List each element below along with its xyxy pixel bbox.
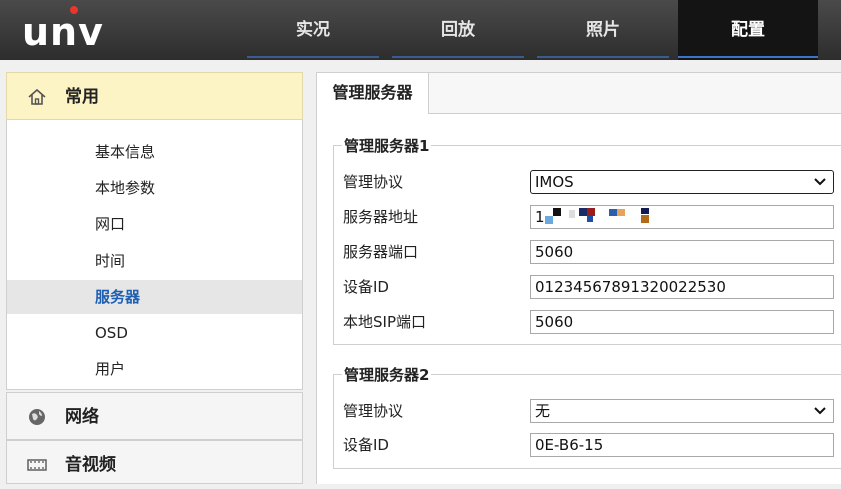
sidebar-item-basic-info[interactable]: 基本信息 [7,135,302,169]
tab-photos-label: 照片 [586,20,620,40]
home-icon [27,87,47,107]
server1-address-row: 服务器地址 1 [334,205,841,229]
server1-protocol-row: 管理协议 IMOS [334,170,841,194]
server1-port-row: 服务器端口 5060 [334,240,841,264]
sidebar-common-list: 基本信息 本地参数 网口 时间 服务器 OSD 用户 [6,120,303,390]
tab-live-label: 实况 [296,20,330,40]
server1-group: 管理服务器1 管理协议 IMOS 服务器地址 1 服务器端口 5060 设备ID… [333,136,841,345]
tab-playback-label: 回放 [441,20,475,40]
tab-management-server[interactable]: 管理服务器 [317,73,429,114]
sub-tab-strip: 管理服务器 [317,73,841,114]
server1-local-sip-label: 本地SIP端口 [343,313,426,331]
server1-protocol-select[interactable]: IMOS [530,170,834,194]
sidebar-item-network-port[interactable]: 网口 [7,207,302,241]
server2-title: 管理服务器2 [342,365,432,385]
server1-address-label: 服务器地址 [343,208,419,226]
sidebar-section-common-label: 常用 [65,87,99,107]
sidebar: 常用 基本信息 本地参数 网口 时间 服务器 OSD 用户 网络 音视频 [6,72,303,484]
sidebar-item-server[interactable]: 服务器 [7,280,302,314]
top-bar: UNV 实况 回放 照片 配置 [0,0,841,60]
tab-playback[interactable]: 回放 [388,0,528,60]
server1-address-input[interactable]: 1 [530,205,834,229]
server2-protocol-value: 无 [535,402,551,420]
unv-logo: UNV [22,6,104,54]
server2-protocol-label: 管理协议 [343,402,404,420]
server2-device-id-row: 设备ID 0E-B6-15 [334,433,841,457]
sidebar-item-time[interactable]: 时间 [7,244,302,278]
sidebar-item-osd[interactable]: OSD [7,316,302,350]
main-panel: 管理服务器 管理服务器1 管理协议 IMOS 服务器地址 1 服务器端口 506… [316,72,841,484]
sidebar-section-av[interactable]: 音视频 [6,440,303,484]
tab-live[interactable]: 实况 [243,0,383,60]
server2-protocol-row: 管理协议 无 [334,399,841,423]
globe-icon [27,407,47,427]
sidebar-section-network-label: 网络 [65,407,99,427]
logo-text: UNV [22,10,104,54]
server1-port-label: 服务器端口 [343,243,419,261]
server1-local-sip-input[interactable]: 5060 [530,310,834,334]
sidebar-item-user[interactable]: 用户 [7,352,302,386]
chevron-down-icon [813,174,827,190]
server2-device-id-input[interactable]: 0E-B6-15 [530,433,834,457]
server1-device-id-row: 设备ID 01234567891320022530 [334,275,841,299]
server1-device-id-input[interactable]: 01234567891320022530 [530,275,834,299]
logo-dot [70,6,78,14]
server2-group: 管理服务器2 管理协议 无 设备ID 0E-B6-15 [333,365,841,469]
server1-port-input[interactable]: 5060 [530,240,834,264]
sidebar-section-network[interactable]: 网络 [6,392,303,440]
server2-device-id-label: 设备ID [343,436,389,454]
tab-photos[interactable]: 照片 [533,0,673,60]
sidebar-section-av-label: 音视频 [65,455,116,475]
tab-config[interactable]: 配置 [678,0,818,60]
server2-protocol-select[interactable]: 无 [530,399,834,423]
film-icon [27,455,47,475]
server1-local-sip-row: 本地SIP端口 5060 [334,310,841,334]
server1-protocol-value: IMOS [535,173,574,191]
server1-title: 管理服务器1 [342,136,432,156]
server1-address-value: 1 [535,208,545,226]
sidebar-section-common[interactable]: 常用 [6,72,303,120]
server1-protocol-label: 管理协议 [343,173,404,191]
server1-device-id-label: 设备ID [343,278,389,296]
sidebar-item-local-params[interactable]: 本地参数 [7,171,302,205]
tab-config-label: 配置 [731,20,765,40]
chevron-down-icon [813,403,827,419]
